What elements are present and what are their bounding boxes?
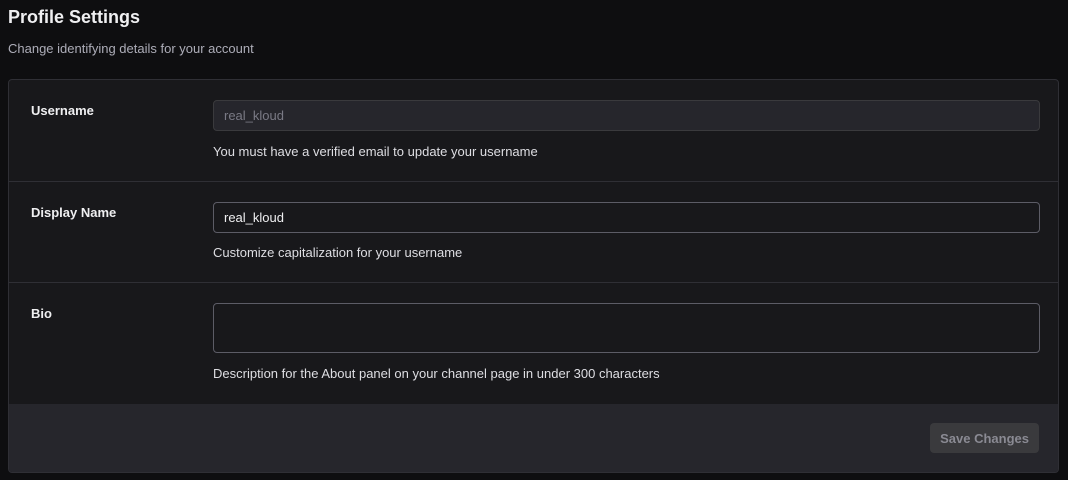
bio-label: Bio xyxy=(31,306,52,321)
username-input[interactable]: real_kloud xyxy=(213,100,1040,131)
page-subtitle: Change identifying details for your acco… xyxy=(8,41,254,56)
display-name-label: Display Name xyxy=(31,205,117,220)
username-label: Username xyxy=(31,103,94,118)
save-changes-button[interactable]: Save Changes xyxy=(930,423,1039,453)
display-name-input[interactable]: real_kloud xyxy=(213,202,1040,233)
profile-settings-page: Profile Settings Change identifying deta… xyxy=(0,0,1068,480)
display-name-help-text: Customize capitalization for your userna… xyxy=(213,245,463,260)
page-title: Profile Settings xyxy=(8,7,141,27)
bio-textarea[interactable] xyxy=(213,303,1040,353)
username-help-text: You must have a verified email to update… xyxy=(213,144,538,159)
bio-help-text: Description for the About panel on your … xyxy=(213,366,660,381)
username-row: Username real_kloud You must have a veri… xyxy=(9,80,1058,182)
display-name-row: Display Name real_kloud Customize capita… xyxy=(9,182,1058,283)
bio-row: Bio Description for the About panel on y… xyxy=(9,283,1058,404)
profile-settings-card: Username real_kloud You must have a veri… xyxy=(8,79,1059,473)
card-footer: Save Changes xyxy=(9,404,1058,472)
